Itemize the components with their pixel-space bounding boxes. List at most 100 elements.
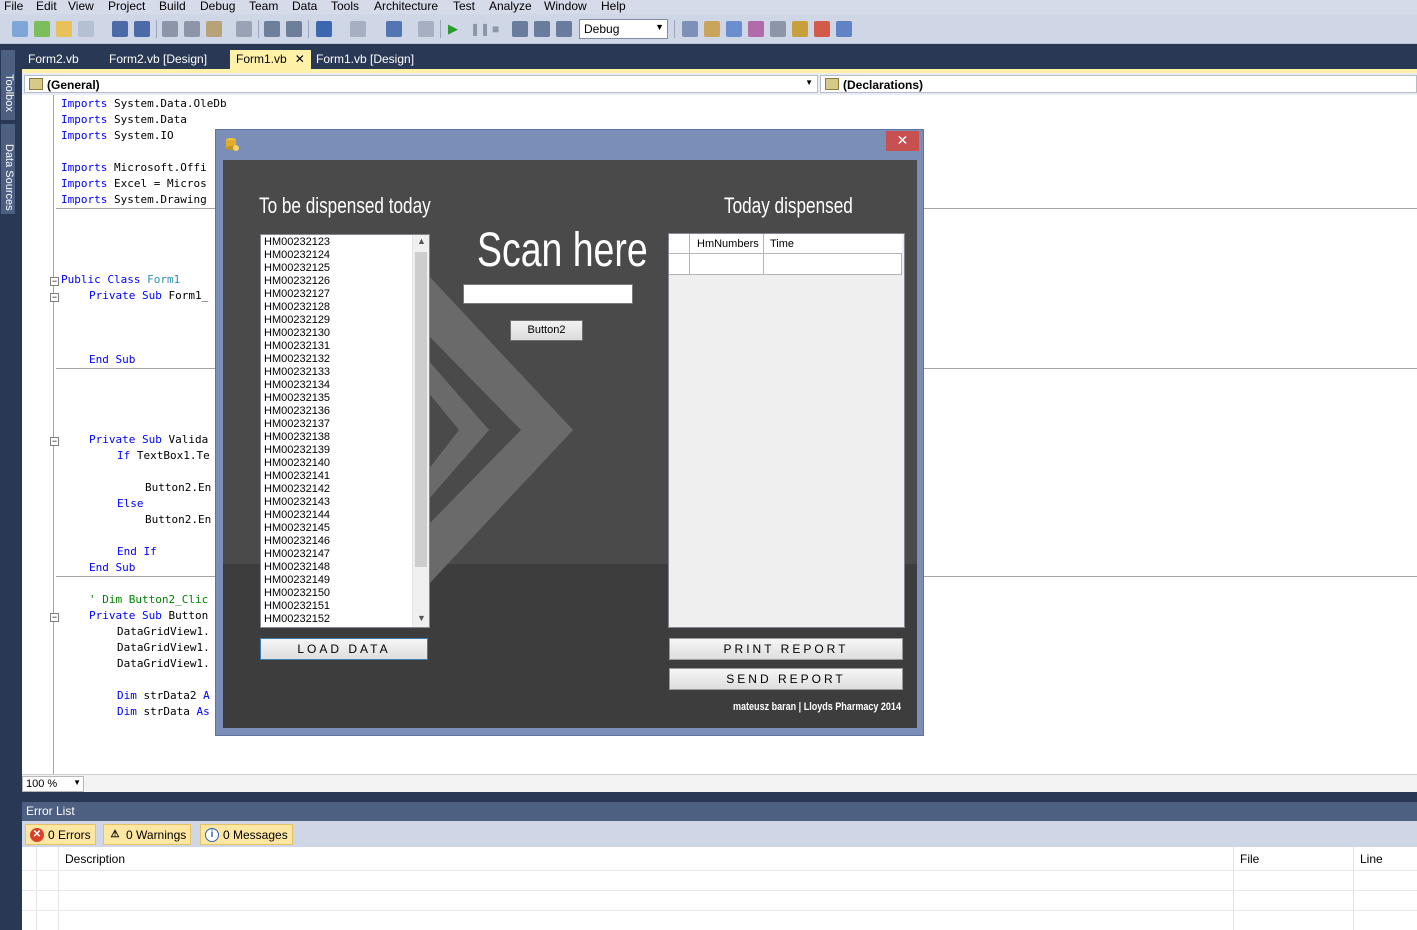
open-folder-icon[interactable]: [56, 21, 72, 37]
hmnumbers-column-header[interactable]: HmNumbers: [697, 238, 759, 250]
menu-test[interactable]: Test: [453, 0, 475, 13]
menu-help[interactable]: Help: [601, 0, 626, 13]
types-dropdown[interactable]: (General) ▼: [24, 75, 818, 93]
list-item[interactable]: HM00232150: [264, 587, 330, 600]
tab-form1-design[interactable]: Form1.vb [Design]: [310, 50, 420, 69]
time-column-header[interactable]: Time: [770, 238, 794, 250]
command-window-icon[interactable]: [836, 21, 852, 37]
properties-icon[interactable]: [726, 21, 742, 37]
tab-form2-design[interactable]: Form2.vb [Design]: [103, 50, 213, 69]
list-item[interactable]: HM00232137: [264, 418, 330, 431]
list-item[interactable]: HM00232128: [264, 301, 330, 314]
list-item[interactable]: HM00232136: [264, 405, 330, 418]
copy-icon[interactable]: [184, 21, 200, 37]
list-item[interactable]: HM00232130: [264, 327, 330, 340]
list-item[interactable]: HM00232132: [264, 353, 330, 366]
list-item[interactable]: HM00232135: [264, 392, 330, 405]
menu-build[interactable]: Build: [159, 0, 186, 13]
chevron-up-icon[interactable]: ▲: [417, 236, 426, 246]
load-data-button[interactable]: LOAD DATA: [260, 638, 428, 660]
toolbox-icon[interactable]: [770, 21, 786, 37]
list-item[interactable]: HM00232148: [264, 561, 330, 574]
menu-view[interactable]: View: [68, 0, 94, 13]
chevron-down-icon[interactable]: ▼: [417, 613, 426, 623]
list-item[interactable]: HM00232125: [264, 262, 330, 275]
errors-filter-button[interactable]: ✕ 0 Errors: [25, 824, 96, 845]
menu-data[interactable]: Data: [292, 0, 317, 13]
list-item[interactable]: HM00232141: [264, 470, 330, 483]
menu-window[interactable]: Window: [544, 0, 587, 13]
menu-debug[interactable]: Debug: [200, 0, 235, 13]
redo-icon[interactable]: [350, 21, 366, 37]
print-report-button[interactable]: PRINT REPORT: [669, 638, 903, 660]
error-list-grid[interactable]: Description File Line: [22, 847, 1417, 930]
list-item[interactable]: HM00232143: [264, 496, 330, 509]
find-in-files-icon[interactable]: [236, 21, 252, 37]
warnings-filter-button[interactable]: ⚠ 0 Warnings: [103, 824, 192, 845]
list-item[interactable]: HM00232133: [264, 366, 330, 379]
cut-icon[interactable]: [162, 21, 178, 37]
list-item[interactable]: HM00232126: [264, 275, 330, 288]
list-item[interactable]: HM00232142: [264, 483, 330, 496]
list-item[interactable]: HM00232134: [264, 379, 330, 392]
step-over-icon[interactable]: [534, 21, 550, 37]
list-item[interactable]: HM00232140: [264, 457, 330, 470]
save-icon[interactable]: [112, 21, 128, 37]
collapse-icon[interactable]: −: [50, 293, 59, 302]
list-item[interactable]: HM00232138: [264, 431, 330, 444]
menu-edit[interactable]: Edit: [36, 0, 57, 13]
start-page-icon[interactable]: [814, 21, 830, 37]
listbox-scrollbar[interactable]: ▲ ▼: [412, 235, 429, 627]
list-item[interactable]: HM00232147: [264, 548, 330, 561]
menu-tools[interactable]: Tools: [331, 0, 359, 13]
list-item[interactable]: HM00232127: [264, 288, 330, 301]
toolbox-tab[interactable]: Toolbox: [1, 50, 15, 120]
uncomment-icon[interactable]: [286, 21, 302, 37]
description-column-header[interactable]: Description: [65, 852, 125, 866]
collapse-icon[interactable]: −: [50, 437, 59, 446]
list-item[interactable]: HM00232131: [264, 340, 330, 353]
grid-new-row[interactable]: [669, 254, 902, 275]
file-column-header[interactable]: File: [1240, 852, 1259, 866]
step-into-icon[interactable]: [512, 21, 528, 37]
step-out-icon[interactable]: [556, 21, 572, 37]
menu-team[interactable]: Team: [249, 0, 278, 13]
send-report-button[interactable]: SEND REPORT: [669, 668, 903, 690]
list-item[interactable]: HM00232129: [264, 314, 330, 327]
pause-icon[interactable]: ❚❚: [470, 21, 490, 37]
collapse-icon[interactable]: −: [50, 277, 59, 286]
close-icon[interactable]: ✕: [295, 52, 305, 66]
list-item[interactable]: HM00232139: [264, 444, 330, 457]
tab-form2-vb[interactable]: Form2.vb: [22, 50, 85, 69]
menu-architecture[interactable]: Architecture: [374, 0, 438, 13]
list-item[interactable]: HM00232145: [264, 522, 330, 535]
to-be-dispensed-listbox[interactable]: HM00232123 HM00232124 HM00232125 HM00232126…: [260, 234, 430, 628]
menu-file[interactable]: File: [4, 0, 23, 13]
button2[interactable]: Button2: [510, 320, 583, 341]
navigate-backward-icon[interactable]: [386, 21, 402, 37]
list-item[interactable]: HM00232151: [264, 600, 330, 613]
collapse-icon[interactable]: −: [50, 613, 59, 622]
list-item[interactable]: HM00232146: [264, 535, 330, 548]
undo-icon[interactable]: [316, 21, 332, 37]
list-item[interactable]: HM00232124: [264, 249, 330, 262]
add-new-item-icon[interactable]: [78, 21, 94, 37]
list-item[interactable]: HM00232123: [264, 236, 330, 249]
scrollbar-thumb[interactable]: [415, 252, 427, 567]
zoom-select[interactable]: 100 % ▼: [22, 776, 84, 792]
data-sources-tab[interactable]: Data Sources: [1, 124, 15, 214]
tab-form1-vb[interactable]: Form1.vb ✕: [230, 50, 311, 69]
scan-input[interactable]: [463, 284, 633, 304]
object-browser-icon[interactable]: [748, 21, 764, 37]
messages-filter-button[interactable]: i 0 Messages: [200, 824, 293, 845]
solution-explorer-icon[interactable]: [704, 21, 720, 37]
list-item[interactable]: HM00232152: [264, 613, 330, 626]
today-dispensed-grid[interactable]: HmNumbers Time: [668, 233, 905, 628]
menu-analyze[interactable]: Analyze: [489, 0, 532, 13]
stop-icon[interactable]: ■: [492, 21, 508, 37]
menu-project[interactable]: Project: [108, 0, 145, 13]
members-dropdown[interactable]: (Declarations): [820, 75, 1417, 93]
paste-icon[interactable]: [206, 21, 222, 37]
comment-icon[interactable]: [264, 21, 280, 37]
new-project-icon[interactable]: [12, 21, 28, 37]
